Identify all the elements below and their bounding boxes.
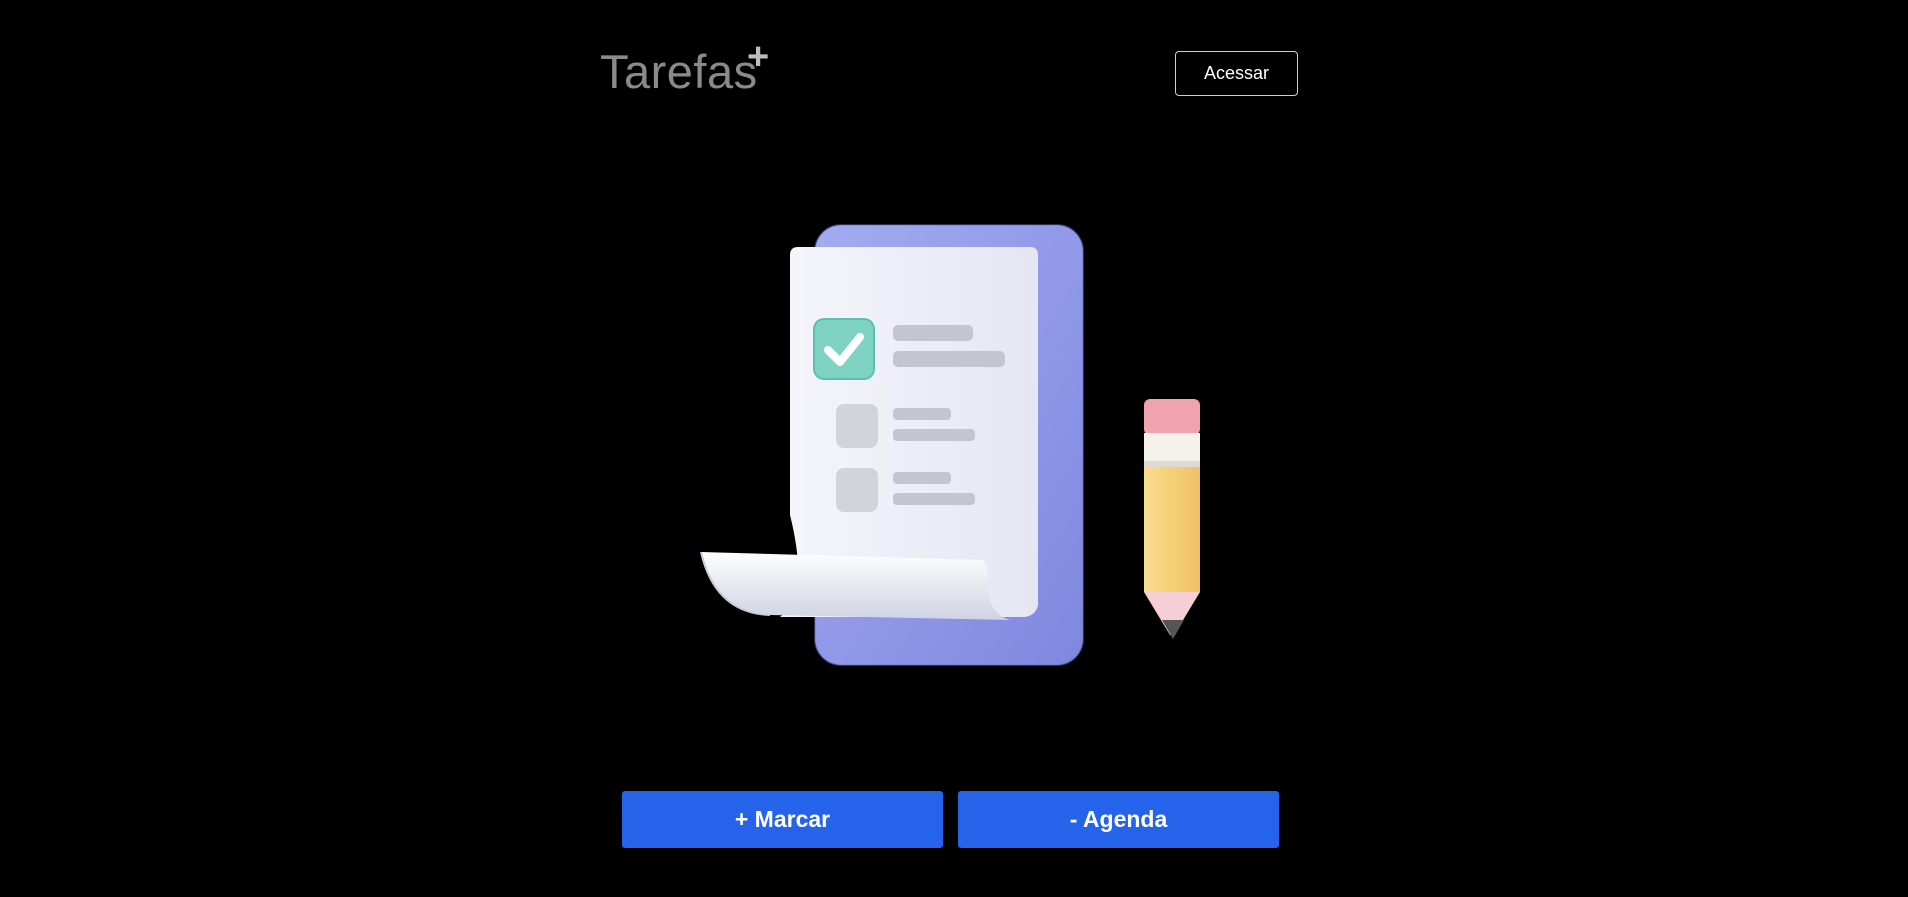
app-logo: Tarefas +: [600, 38, 769, 98]
agenda-button[interactable]: - Agenda: [958, 791, 1279, 848]
pencil-icon: [1144, 399, 1200, 639]
marcar-button[interactable]: + Marcar: [622, 791, 943, 848]
app-logo-text: Tarefas: [600, 45, 758, 98]
hero-illustration: [690, 215, 1230, 685]
login-button[interactable]: Acessar: [1175, 51, 1298, 96]
checklist-illustration-icon: [700, 224, 1200, 666]
app-logo-plus: +: [747, 36, 770, 78]
